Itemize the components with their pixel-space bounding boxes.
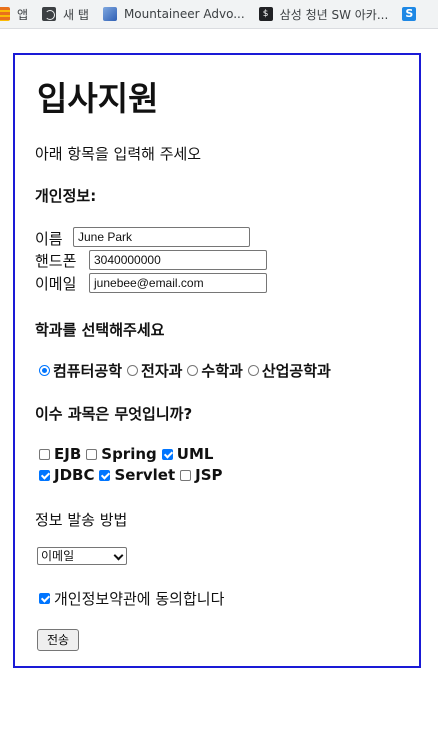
checkbox[interactable] [180, 469, 192, 481]
bookmark-label: 앱 [17, 7, 29, 22]
radio-button[interactable] [39, 365, 50, 376]
agree-checkbox-option[interactable]: 개인정보약관에 동의합니다 [39, 588, 224, 609]
bookmark-label: Mountaineer Advo... [123, 7, 245, 21]
apps-icon [0, 7, 10, 21]
checkbox[interactable] [39, 469, 50, 481]
radio-industrial-engineering[interactable]: 산업공학과 [247, 360, 331, 381]
checkbox-jdbc[interactable]: JDBC [39, 466, 94, 484]
delivery-method-select[interactable]: 이메일 [37, 547, 127, 565]
bookmark-mountaineer[interactable]: Mountaineer Advo... [102, 7, 245, 21]
checkbox-label: Spring [101, 445, 157, 463]
checkbox[interactable] [161, 448, 173, 460]
department-heading: 학과를 선택해주세요 [35, 321, 165, 339]
courses-heading: 이수 과목은 무엇입니까? [35, 405, 193, 423]
checkbox-label: JDBC [54, 466, 95, 484]
bookmark-label: 삼성 청년 SW 아카... [279, 7, 389, 22]
radio-computer-engineering[interactable]: 컴퓨터공학 [39, 360, 122, 381]
courses-row-2: JDBC Servlet JSP [39, 466, 228, 484]
radio-label: 전자과 [141, 362, 183, 380]
radio-label: 컴퓨터공학 [53, 362, 123, 380]
checkbox-uml[interactable]: UML [161, 445, 214, 463]
delivery-heading: 정보 발송 방법 [35, 511, 128, 529]
application-form: 입사지원 아래 항목을 입력해 주세오 개인정보: 이름 June Park 핸… [13, 53, 421, 668]
checkbox-ejb[interactable]: EJB [39, 445, 81, 463]
form-subtitle: 아래 항목을 입력해 주세오 [35, 145, 202, 163]
checkbox-label: JSP [195, 466, 223, 484]
email-label: 이메일 [35, 275, 77, 293]
bookmark-label: 새 탭 [63, 7, 89, 22]
checkbox-label: Servlet [114, 466, 176, 484]
samsung-icon: $ [258, 7, 273, 21]
s-icon: S [402, 7, 417, 21]
select-value: 이메일 [41, 549, 75, 563]
name-label: 이름 [35, 230, 63, 248]
checkbox-spring[interactable]: Spring [86, 445, 157, 463]
phone-field[interactable]: 3040000000 [89, 250, 267, 270]
radio-button[interactable] [127, 365, 139, 376]
agree-row: 개인정보약관에 동의합니다 [39, 588, 229, 609]
bookmark-new-tab[interactable]: 새 탭 [42, 6, 89, 23]
globe-icon [42, 7, 57, 21]
phone-label: 핸드폰 [35, 252, 77, 270]
checkbox-jsp[interactable]: JSP [180, 466, 223, 484]
submit-button[interactable]: 전송 [37, 629, 79, 651]
radio-button[interactable] [247, 365, 259, 376]
radio-label: 산업공학과 [261, 362, 331, 380]
courses-row-1: EJB Spring UML [39, 445, 218, 463]
checkbox-servlet[interactable]: Servlet [99, 466, 175, 484]
chevron-down-icon [113, 550, 124, 561]
agree-checkbox[interactable] [39, 593, 50, 604]
radio-button[interactable] [187, 365, 199, 376]
radio-label: 수학과 [201, 362, 243, 380]
checkbox-label: UML [176, 445, 214, 463]
agree-label: 개인정보약관에 동의합니다 [54, 590, 225, 608]
bookmark-apps[interactable]: 앱 [0, 6, 28, 23]
checkbox[interactable] [39, 448, 50, 460]
name-field[interactable]: June Park [73, 227, 250, 247]
radio-mathematics[interactable]: 수학과 [187, 360, 243, 381]
mountaineer-icon [102, 7, 117, 21]
email-field[interactable]: junebee@email.com [89, 273, 267, 293]
department-radio-group: 컴퓨터공학 전자과 수학과 산업공학과 [39, 360, 336, 381]
personal-info-heading: 개인정보: [35, 187, 97, 205]
checkbox[interactable] [99, 469, 111, 481]
bookmarks-bar: 앱 새 탭 Mountaineer Advo... $ 삼성 청년 SW 아카..… [0, 0, 438, 29]
page-title: 입사지원 [37, 79, 159, 118]
bookmark-s[interactable]: S [402, 7, 423, 21]
bookmark-samsung[interactable]: $ 삼성 청년 SW 아카... [258, 6, 389, 23]
checkbox[interactable] [86, 448, 98, 460]
checkbox-label: EJB [54, 445, 82, 463]
radio-electronics[interactable]: 전자과 [127, 360, 182, 381]
